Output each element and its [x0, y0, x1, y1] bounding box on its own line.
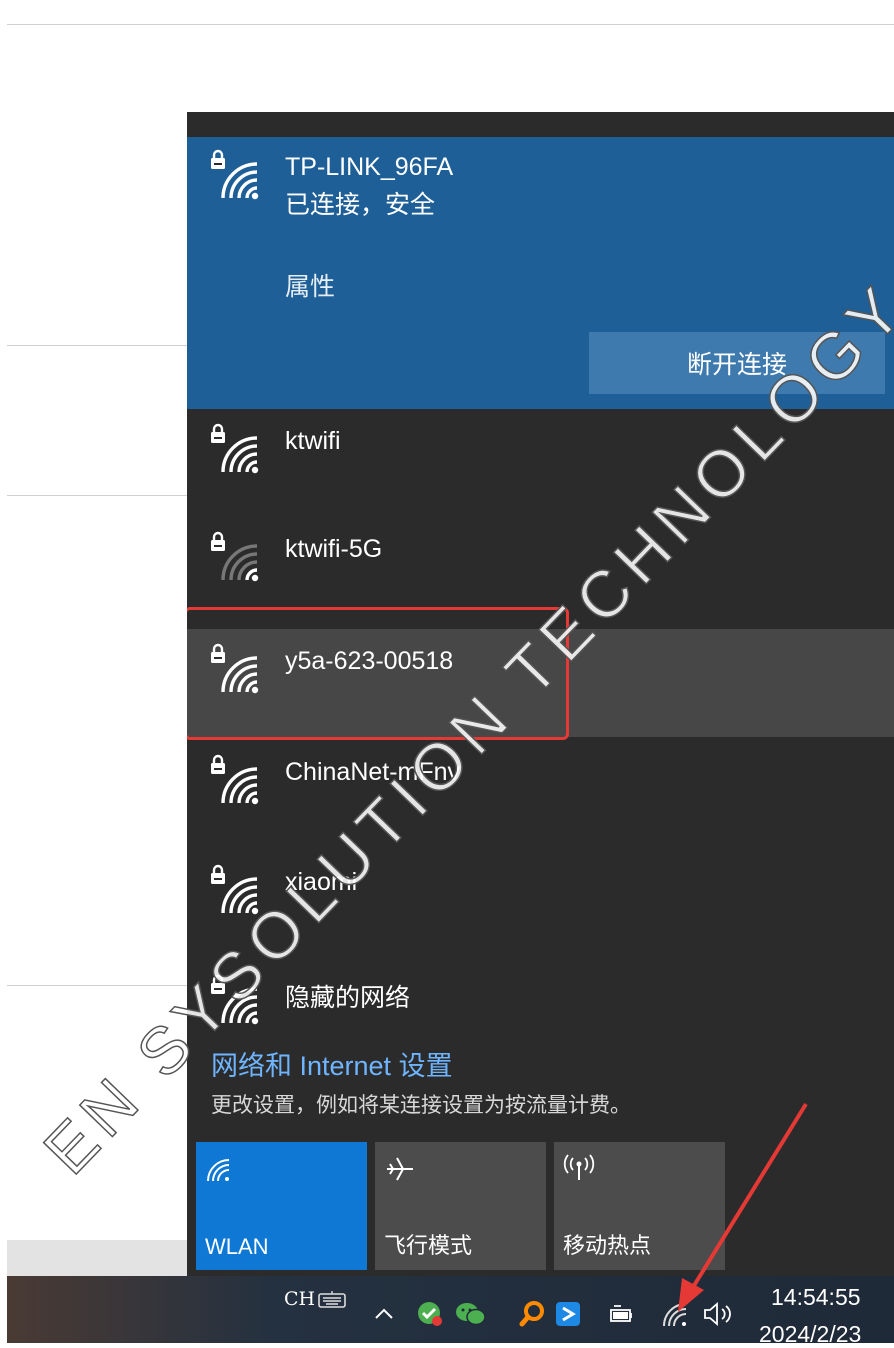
- annotation-arrow: [678, 1102, 808, 1312]
